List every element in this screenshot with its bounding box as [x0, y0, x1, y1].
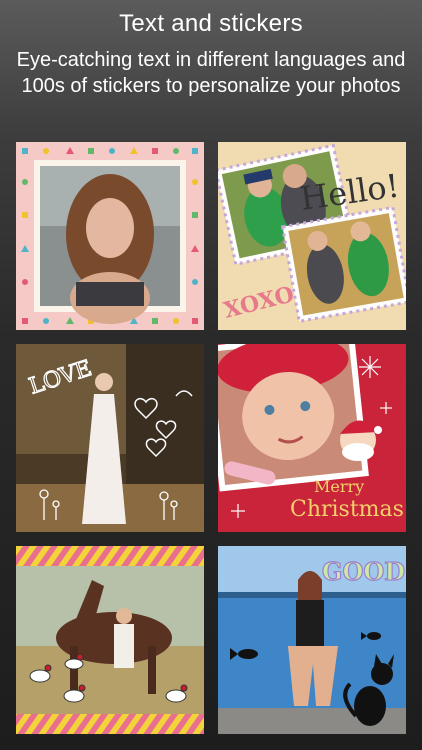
sample-photo-christmas-card: Merry Christmas	[218, 344, 406, 532]
sample-photo-horse-striped	[16, 546, 204, 734]
stripe-border-bottom	[16, 714, 204, 734]
stripe-border-top	[16, 546, 204, 566]
christmas-text: Christmas	[290, 497, 404, 522]
page-title: Text and stickers	[119, 10, 303, 37]
merry-text: Merry	[314, 477, 364, 496]
photo-couple-2	[280, 205, 406, 324]
sample-photo-good-seaside: GOOD	[218, 546, 406, 734]
sample-photo-hello-collage: Hello! XOXO	[218, 142, 406, 330]
page-subtitle: Eye-catching text in different languages…	[16, 49, 406, 97]
sample-photo-confetti-frame	[16, 142, 204, 330]
sample-photo-love-doodles: LOVE	[16, 344, 204, 532]
good-sticker: GOOD	[322, 557, 405, 586]
header: Text and stickers Eye-catching text in d…	[0, 0, 422, 140]
portrait-photo	[40, 166, 180, 324]
